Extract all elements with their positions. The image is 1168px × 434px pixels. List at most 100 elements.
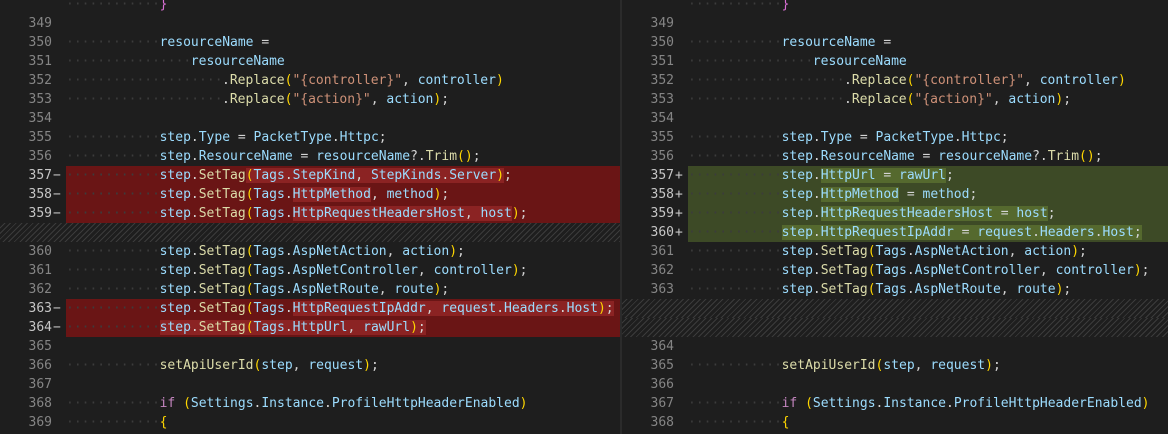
code-line[interactable]: 363 ············ step.SetTag(Tags.AspNetRo… xyxy=(622,280,1168,299)
code-area[interactable]: ············ resourceName = xyxy=(688,33,1168,52)
code-line[interactable]: 364 xyxy=(622,337,1168,356)
code-line[interactable]: 350 ············ resourceName = xyxy=(0,33,620,52)
code-area[interactable]: ············ step.HttpRequestIpAddr = req… xyxy=(688,223,1168,242)
code-line[interactable]: 355 ············ step.Type = PacketType.Ht… xyxy=(622,128,1168,147)
code-area[interactable]: ············ step.HttpUrl = rawUrl; xyxy=(688,166,1168,185)
code-area[interactable]: ············ step.HttpMethod = method; xyxy=(688,185,1168,204)
code-area[interactable]: ············ step.SetTag(Tags.AspNetContr… xyxy=(688,261,1168,280)
code-area[interactable]: ············ step.SetTag(Tags.HttpUrl, ra… xyxy=(66,318,620,337)
code-area[interactable]: ···················· .Replace("{controlle… xyxy=(688,71,1168,90)
code-line[interactable]: 368 ············ if (Settings.Instance.Pro… xyxy=(0,394,620,413)
code-line[interactable]: 355 ············ step.Type = PacketType.Ht… xyxy=(0,128,620,147)
code-line[interactable]: 366 xyxy=(622,375,1168,394)
inserted-line[interactable]: 360 + ············ step.HttpRequestIpAddr =… xyxy=(622,223,1168,242)
code-area[interactable]: ············ step.SetTag(Tags.AspNetActio… xyxy=(66,242,620,261)
code-line[interactable]: 349 xyxy=(0,14,620,33)
diff-filler-row[interactable] xyxy=(622,318,1168,337)
code-line[interactable]: 361 ············ step.SetTag(Tags.AspNetCo… xyxy=(0,261,620,280)
code-area[interactable]: ················ resourceName xyxy=(66,52,620,71)
code-area[interactable]: ············ step.SetTag(Tags.StepKind, S… xyxy=(66,166,620,185)
code-line[interactable]: 356 ············ step.ResourceName = resou… xyxy=(0,147,620,166)
code-line[interactable]: 369 ············{ xyxy=(0,413,620,432)
code-area[interactable] xyxy=(688,109,1168,128)
code-line[interactable]: 352 ···················· .Replace("{contro… xyxy=(0,71,620,90)
code-area[interactable]: ···················· .Replace("{controlle… xyxy=(66,71,620,90)
modified-editor-pane[interactable]: ············} 349 350 ············ resourceN… xyxy=(622,0,1168,434)
code-area[interactable]: ············ step.Type = PacketType.Httpc… xyxy=(66,128,620,147)
deleted-line[interactable]: 358− ············ step.SetTag(Tags.HttpMet… xyxy=(0,185,620,204)
line-gutter: 353 xyxy=(0,90,66,109)
inserted-line[interactable]: 358 + ············ step.HttpMethod = method… xyxy=(622,185,1168,204)
code-area[interactable]: ············ step.SetTag(Tags.HttpRequest… xyxy=(66,204,620,223)
code-area[interactable]: ············ step.SetTag(Tags.AspNetActio… xyxy=(688,242,1168,261)
code-area[interactable]: ················ resourceName xyxy=(688,52,1168,71)
line-gutter: 355 xyxy=(622,128,688,147)
code-area[interactable]: ···················· .Replace("{action}",… xyxy=(688,90,1168,109)
code-line[interactable]: 367 ············ if (Settings.Instance.Pro… xyxy=(622,394,1168,413)
line-gutter: 358− xyxy=(0,185,66,204)
code-line[interactable]: 351 ················ resourceName xyxy=(0,52,620,71)
code-text: step.Type = PacketType.Httpc; xyxy=(160,128,387,147)
code-line[interactable]: 368 ············{ xyxy=(622,413,1168,432)
code-area[interactable]: ············ step.SetTag(Tags.HttpMethod,… xyxy=(66,185,620,204)
code-area[interactable] xyxy=(688,375,1168,394)
code-line[interactable]: ············} xyxy=(622,0,1168,14)
code-line[interactable]: ············} xyxy=(0,0,620,14)
code-line[interactable]: 356 ············ step.ResourceName = resou… xyxy=(622,147,1168,166)
code-token: AspNetAction xyxy=(292,244,387,259)
code-area[interactable]: ············ step.SetTag(Tags.AspNetRoute… xyxy=(66,280,620,299)
code-area[interactable]: ············{ xyxy=(688,413,1168,432)
code-line[interactable]: 352 ···················· .Replace("{contro… xyxy=(622,71,1168,90)
code-line[interactable]: 361 ············ step.SetTag(Tags.AspNetAc… xyxy=(622,242,1168,261)
code-line[interactable]: 360 ············ step.SetTag(Tags.AspNetAc… xyxy=(0,242,620,261)
line-gutter: 367 xyxy=(0,375,66,394)
code-line[interactable]: 353 ···················· .Replace("{action… xyxy=(0,90,620,109)
code-line[interactable]: 362 ············ step.SetTag(Tags.AspNetRo… xyxy=(0,280,620,299)
code-line[interactable]: 353 ···················· .Replace("{action… xyxy=(622,90,1168,109)
code-line[interactable]: 351 ················ resourceName xyxy=(622,52,1168,71)
code-area[interactable]: ············ step.SetTag(Tags.HttpRequest… xyxy=(66,299,620,318)
code-area[interactable]: ············ step.Type = PacketType.Httpc… xyxy=(688,128,1168,147)
deleted-line[interactable]: 357− ············ step.SetTag(Tags.StepKin… xyxy=(0,166,620,185)
code-token: ; xyxy=(1063,282,1072,297)
code-area[interactable]: ············ if (Settings.Instance.Profil… xyxy=(688,394,1168,413)
code-area[interactable] xyxy=(66,14,620,33)
code-area[interactable]: ············ setApiUserId(step, request); xyxy=(688,356,1168,375)
deleted-line[interactable]: 359− ············ step.SetTag(Tags.HttpReq… xyxy=(0,204,620,223)
inserted-line[interactable]: 359 + ············ step.HttpRequestHeadersH… xyxy=(622,204,1168,223)
code-token: AspNetRoute xyxy=(914,282,1001,297)
inserted-line[interactable]: 357 + ············ step.HttpUrl = rawUrl; xyxy=(622,166,1168,185)
code-area[interactable]: ············} xyxy=(688,0,1168,14)
deleted-line[interactable]: 363− ············ step.SetTag(Tags.HttpReq… xyxy=(0,299,620,318)
diff-filler-row[interactable] xyxy=(622,299,1168,318)
code-area[interactable] xyxy=(66,375,620,394)
code-line[interactable]: 349 xyxy=(622,14,1168,33)
deleted-line[interactable]: 364− ············ step.SetTag(Tags.HttpUrl… xyxy=(0,318,620,337)
code-area[interactable]: ············} xyxy=(66,0,620,14)
code-line[interactable]: 366 ············ setApiUserId(step, reques… xyxy=(0,356,620,375)
code-area[interactable] xyxy=(688,337,1168,356)
code-line[interactable]: 365 ············ setApiUserId(step, reques… xyxy=(622,356,1168,375)
code-area[interactable]: ············ step.SetTag(Tags.AspNetRoute… xyxy=(688,280,1168,299)
code-area[interactable]: ············ resourceName = xyxy=(66,33,620,52)
code-area[interactable]: ············ step.ResourceName = resource… xyxy=(66,147,620,166)
code-area[interactable] xyxy=(688,14,1168,33)
code-line[interactable]: 350 ············ resourceName = xyxy=(622,33,1168,52)
diff-filler-row[interactable] xyxy=(0,223,620,242)
code-line[interactable]: 365 xyxy=(0,337,620,356)
code-line[interactable]: 367 xyxy=(0,375,620,394)
code-area[interactable] xyxy=(66,337,620,356)
code-token: step xyxy=(159,206,191,221)
code-area[interactable]: ············ step.SetTag(Tags.AspNetContr… xyxy=(66,261,620,280)
code-line[interactable]: 354 xyxy=(0,109,620,128)
code-area[interactable]: ············ setApiUserId(step, request); xyxy=(66,356,620,375)
code-area[interactable]: ············ if (Settings.Instance.Profil… xyxy=(66,394,620,413)
original-editor-pane[interactable]: ············} 349 350 ············ resourceN… xyxy=(0,0,620,434)
code-area[interactable] xyxy=(66,109,620,128)
code-line[interactable]: 362 ············ step.SetTag(Tags.AspNetCo… xyxy=(622,261,1168,280)
code-area[interactable]: ············ step.ResourceName = resource… xyxy=(688,147,1168,166)
code-area[interactable]: ············{ xyxy=(66,413,620,432)
code-area[interactable]: ············ step.HttpRequestHeadersHost … xyxy=(688,204,1168,223)
code-area[interactable]: ···················· .Replace("{action}",… xyxy=(66,90,620,109)
code-line[interactable]: 354 xyxy=(622,109,1168,128)
